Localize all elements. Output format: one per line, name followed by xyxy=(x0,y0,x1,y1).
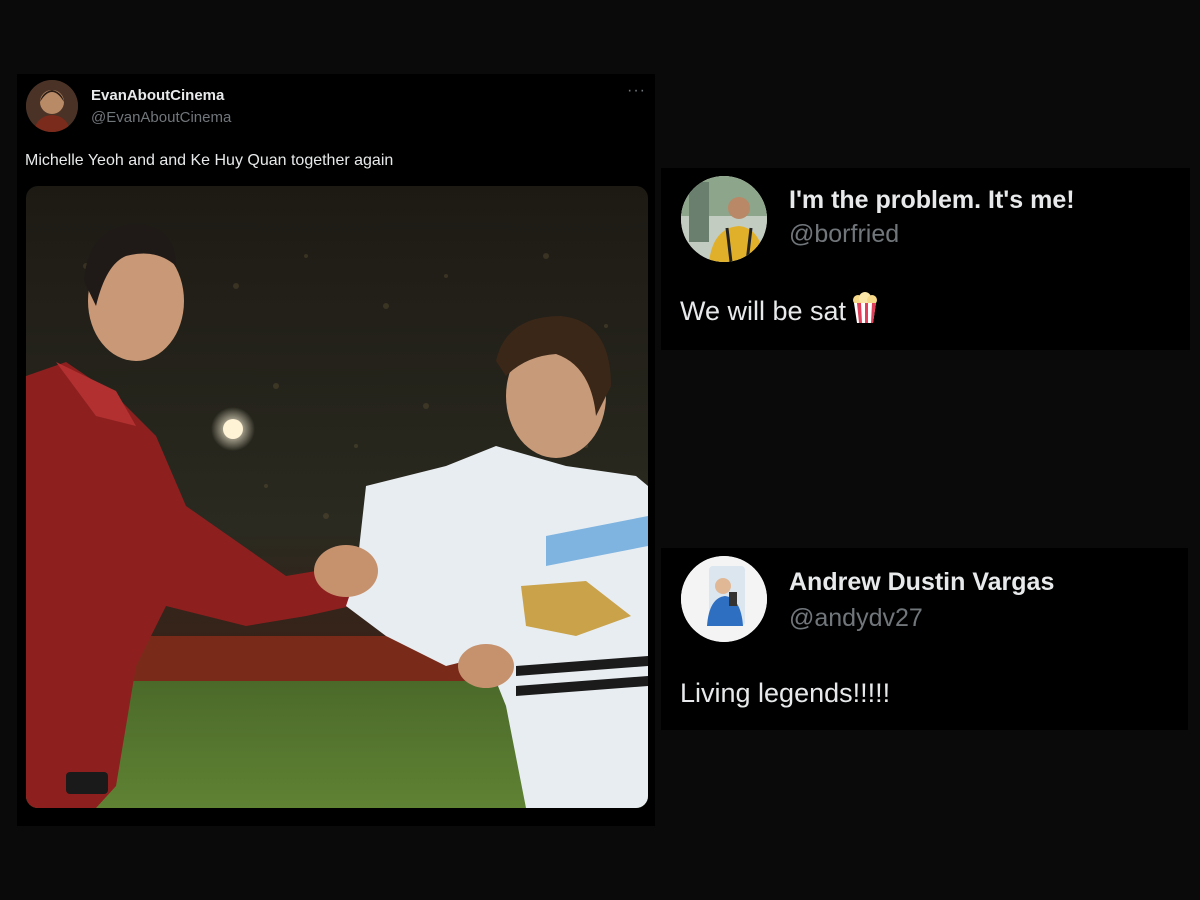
reply-card[interactable]: Andrew Dustin Vargas @andydv27 Living le… xyxy=(661,548,1188,730)
reply-author-handle[interactable]: @andydv27 xyxy=(789,604,923,633)
reply-author-name[interactable]: Andrew Dustin Vargas xyxy=(789,568,1054,597)
author-name[interactable]: EvanAboutCinema xyxy=(91,87,224,104)
tweet-photo[interactable] xyxy=(26,186,648,808)
handshake-photo-icon xyxy=(26,186,648,808)
author-avatar[interactable] xyxy=(26,80,78,132)
reply-author-name[interactable]: I'm the problem. It's me! xyxy=(789,186,1075,215)
tweet-text: Michelle Yeoh and and Ke Huy Quan togeth… xyxy=(25,152,394,169)
author-handle[interactable]: @EvanAboutCinema xyxy=(91,109,231,126)
reply-author-handle[interactable]: @borfried xyxy=(789,220,899,249)
more-options-icon[interactable]: ··· xyxy=(627,82,646,100)
main-tweet-card[interactable]: EvanAboutCinema @EvanAboutCinema ··· Mic… xyxy=(17,74,655,826)
reply-avatar[interactable] xyxy=(681,176,767,262)
reply-text: Living legends!!!!! xyxy=(680,678,891,708)
popcorn-icon xyxy=(850,292,880,331)
reply-text: We will be sat xyxy=(680,292,880,331)
reply-card[interactable]: I'm the problem. It's me! @borfried We w… xyxy=(661,168,1190,350)
reply-avatar[interactable] xyxy=(681,556,767,642)
reply-text-content: We will be sat xyxy=(680,296,847,326)
